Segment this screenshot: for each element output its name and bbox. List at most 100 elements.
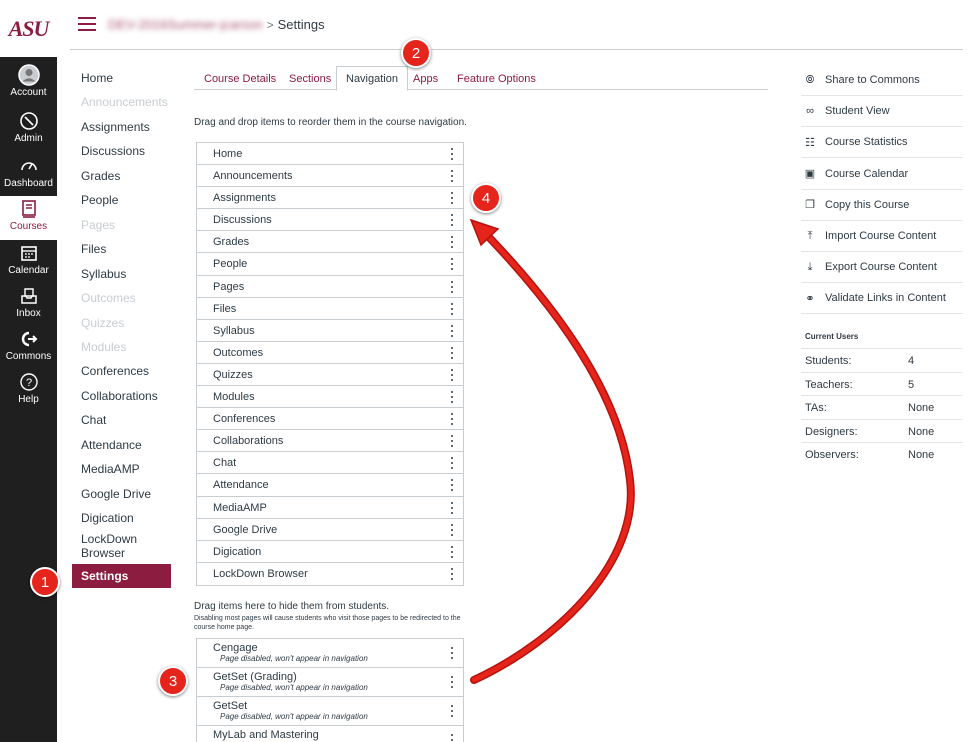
item-options-icon[interactable] xyxy=(450,148,454,160)
sidebar-export-course-content[interactable]: ⤓ Export Course Content xyxy=(801,252,963,284)
sidebar-import-course-content[interactable]: ⤒ Import Course Content xyxy=(801,221,963,252)
sidebar-share-to-commons[interactable]: ⦾ Share to Commons xyxy=(801,65,963,96)
asu-logo[interactable]: ASU xyxy=(0,0,57,57)
nav-list-item[interactable]: Digication xyxy=(197,541,463,563)
nav-list-item[interactable]: LockDown Browser xyxy=(197,563,463,585)
sidebar-copy-this-course[interactable]: ❐ Copy this Course xyxy=(801,190,963,221)
course-nav-assignments[interactable]: Assignments xyxy=(81,120,176,134)
nav-list-item[interactable]: Assignments xyxy=(197,187,463,210)
course-nav-conferences[interactable]: Conferences xyxy=(81,364,176,378)
global-nav-calendar[interactable]: Calendar xyxy=(0,240,57,284)
nav-list-item[interactable]: Attendance xyxy=(197,474,463,497)
item-options-icon[interactable] xyxy=(450,346,454,359)
sidebar-course-calendar[interactable]: ▣ Course Calendar xyxy=(801,159,963,190)
nav-list-item[interactable]: Quizzes xyxy=(197,364,463,387)
nav-list-item[interactable]: People xyxy=(197,253,463,276)
item-options-icon[interactable] xyxy=(450,457,454,470)
item-options-icon[interactable] xyxy=(450,192,454,205)
share-icon: ⦾ xyxy=(805,73,815,86)
calendar-icon: ▣ xyxy=(804,168,816,181)
course-nav-attendance[interactable]: Attendance xyxy=(81,438,176,452)
nav-list-item[interactable]: Google Drive xyxy=(197,519,463,541)
course-nav-files[interactable]: Files xyxy=(81,242,176,256)
course-nav-mediaamp[interactable]: MediaAMP xyxy=(81,462,176,476)
tab-navigation[interactable]: Navigation xyxy=(336,66,408,91)
hidden-list-item[interactable]: Cengage Page disabled, won't appear in na… xyxy=(197,639,463,668)
sidebar-student-view[interactable]: ∞ Student View xyxy=(801,96,963,128)
item-options-icon[interactable] xyxy=(450,435,454,448)
course-nav-discussions[interactable]: Discussions xyxy=(81,144,176,158)
item-options-icon[interactable] xyxy=(450,368,454,381)
global-navigation: ASU Account Admin Dashboard Courses Cale… xyxy=(0,0,57,742)
item-options-icon[interactable] xyxy=(450,280,454,293)
item-options-icon[interactable] xyxy=(450,676,454,688)
nav-list-item[interactable]: Discussions xyxy=(197,209,463,232)
course-nav-collaborations[interactable]: Collaborations xyxy=(81,389,176,403)
item-options-icon[interactable] xyxy=(450,705,454,717)
current-users-row: TAs: None xyxy=(801,395,963,419)
course-nav-settings[interactable]: Settings xyxy=(72,564,171,588)
item-options-icon[interactable] xyxy=(450,647,454,659)
tab-apps[interactable]: Apps xyxy=(413,66,438,90)
course-nav-syllabus[interactable]: Syllabus xyxy=(81,267,176,281)
course-nav-announcements: Announcements xyxy=(81,95,168,110)
sidebar-validate-links-in-content[interactable]: ⚭ Validate Links in Content xyxy=(801,283,963,315)
item-options-icon[interactable] xyxy=(450,391,454,404)
item-options-icon[interactable] xyxy=(450,523,454,536)
course-menu-toggle[interactable] xyxy=(78,17,96,31)
item-options-icon[interactable] xyxy=(450,413,454,426)
breadcrumb-course-link[interactable]: DEV-2016Summer-jcarson xyxy=(108,17,263,32)
global-nav-commons[interactable]: Commons xyxy=(0,326,57,370)
course-nav-chat[interactable]: Chat xyxy=(81,413,176,427)
item-options-icon[interactable] xyxy=(450,324,454,337)
nav-list-item[interactable]: Collaborations xyxy=(197,430,463,453)
nav-list-item-label: Assignments xyxy=(213,192,276,205)
global-nav-account[interactable]: Account xyxy=(0,62,57,106)
course-nav-google-drive[interactable]: Google Drive xyxy=(81,487,176,501)
global-nav-admin[interactable]: Admin xyxy=(0,108,57,152)
global-nav-inbox[interactable]: Inbox xyxy=(0,283,57,327)
item-options-icon[interactable] xyxy=(450,734,454,742)
item-options-icon[interactable] xyxy=(450,567,454,580)
course-nav-grades[interactable]: Grades xyxy=(81,169,176,183)
nav-list-item[interactable]: Conferences xyxy=(197,408,463,431)
course-nav-people[interactable]: People xyxy=(81,193,176,207)
item-options-icon[interactable] xyxy=(450,479,454,492)
course-nav-lockdown-browser[interactable]: LockDown Browser xyxy=(81,532,176,560)
nav-list-item[interactable]: Home xyxy=(197,143,463,166)
course-nav-home[interactable]: Home xyxy=(81,71,176,85)
nav-list-item[interactable]: MediaAMP xyxy=(197,497,463,519)
hidden-list-item[interactable]: MyLab and Mastering xyxy=(197,726,463,742)
item-options-icon[interactable] xyxy=(450,501,454,514)
hidden-list-item[interactable]: GetSet (Grading) Page disabled, won't app… xyxy=(197,668,463,697)
item-options-icon[interactable] xyxy=(450,170,454,183)
user-count: None xyxy=(908,449,935,462)
nav-list-item[interactable]: Pages xyxy=(197,276,463,298)
course-nav-digication[interactable]: Digication xyxy=(81,511,176,525)
nav-list-item[interactable]: Announcements xyxy=(197,165,463,188)
item-options-icon[interactable] xyxy=(450,236,454,249)
hidden-list-item[interactable]: GetSet Page disabled, won't appear in nav… xyxy=(197,697,463,726)
tab-course-details[interactable]: Course Details xyxy=(204,66,276,90)
global-nav-courses[interactable]: Courses xyxy=(0,196,57,240)
item-options-icon[interactable] xyxy=(450,302,454,315)
tab-feature-options[interactable]: Feature Options xyxy=(457,66,536,90)
nav-list-item[interactable]: Syllabus xyxy=(197,320,463,342)
sidebar-course-statistics[interactable]: ☷ Course Statistics xyxy=(801,127,963,159)
current-users-title: Current Users xyxy=(805,332,859,341)
item-options-icon[interactable] xyxy=(450,545,454,558)
global-nav-help[interactable]: ? Help xyxy=(0,369,57,413)
global-nav-dashboard[interactable]: Dashboard xyxy=(0,153,57,197)
item-options-icon[interactable] xyxy=(450,214,454,227)
nav-list-item[interactable]: Files xyxy=(197,298,463,320)
nav-list-item[interactable]: Grades xyxy=(197,231,463,254)
item-options-icon[interactable] xyxy=(450,258,454,271)
nav-list-item[interactable]: Chat xyxy=(197,452,463,475)
link-icon: ⚭ xyxy=(805,292,815,305)
courses-icon xyxy=(18,198,40,220)
nav-list-item[interactable]: Outcomes xyxy=(197,342,463,364)
user-role: Teachers: xyxy=(805,378,853,391)
tab-sections[interactable]: Sections xyxy=(289,66,331,90)
nav-list-item[interactable]: Modules xyxy=(197,386,463,409)
sidebar-link-label: Student View xyxy=(825,105,890,118)
